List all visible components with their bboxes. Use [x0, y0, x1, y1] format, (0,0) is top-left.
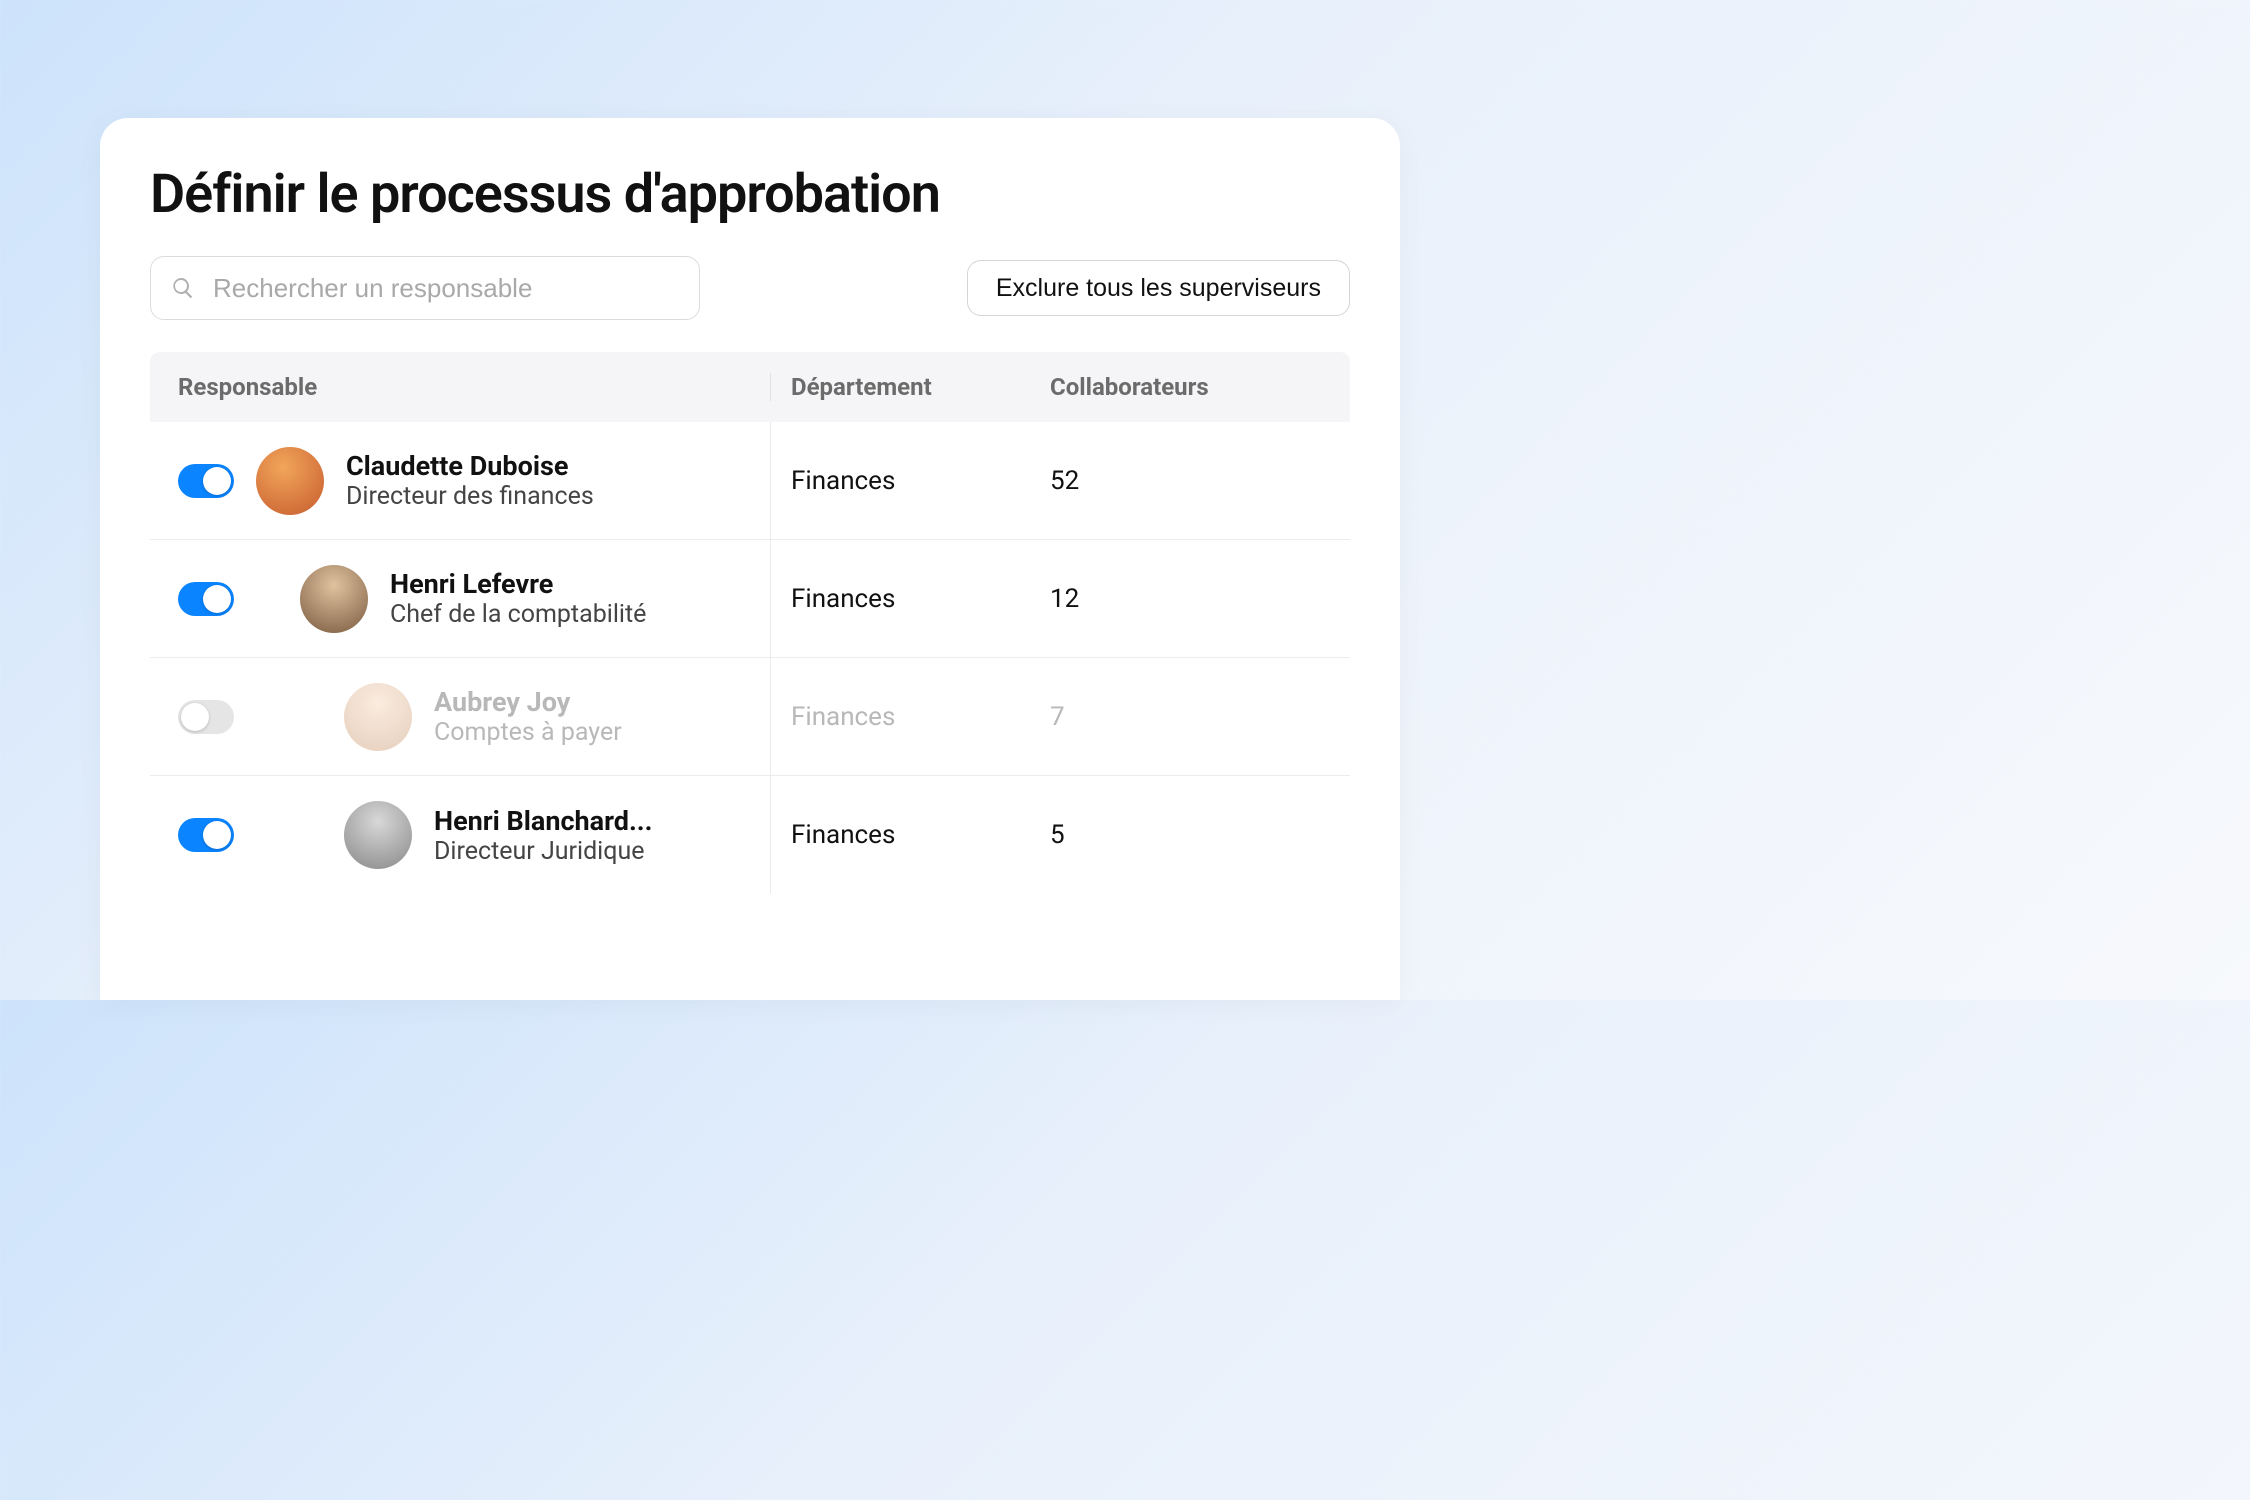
approval-process-card: Définir le processus d'approbation Exclu… [100, 118, 1400, 1000]
person-role: Directeur Juridique [434, 837, 652, 866]
person-text: Claudette Duboise Directeur des finances [346, 450, 594, 511]
table-header-person: Responsable [150, 373, 770, 401]
exclude-all-supervisors-button[interactable]: Exclure tous les superviseurs [967, 260, 1350, 316]
avatar [256, 447, 324, 515]
search-container[interactable] [150, 256, 700, 320]
table-header-collaborators: Collaborateurs [1030, 373, 1350, 401]
department-cell: Finances [770, 540, 1030, 657]
collaborators-cell: 7 [1030, 702, 1350, 732]
toggle-knob [203, 821, 231, 849]
table-row: Claudette Duboise Directeur des finances… [150, 422, 1350, 540]
enable-toggle[interactable] [178, 464, 234, 498]
department-cell: Finances [770, 776, 1030, 894]
collaborators-cell: 12 [1030, 584, 1350, 614]
table-row: Henri Lefevre Chef de la comptabilité Fi… [150, 540, 1350, 658]
person-name: Aubrey Joy [434, 686, 622, 718]
table-header-department: Département [770, 373, 1030, 401]
person-cell: Aubrey Joy Comptes à payer [150, 683, 770, 751]
controls-row: Exclure tous les superviseurs [150, 256, 1350, 320]
department-cell: Finances [770, 422, 1030, 539]
person-cell: Claudette Duboise Directeur des finances [150, 447, 770, 515]
search-icon [171, 276, 195, 300]
person-role: Chef de la comptabilité [390, 600, 646, 629]
toggle-knob [203, 585, 231, 613]
enable-toggle[interactable] [178, 582, 234, 616]
collaborators-cell: 5 [1030, 820, 1350, 850]
page-title: Définir le processus d'approbation [150, 163, 1350, 226]
avatar [344, 801, 412, 869]
avatar [300, 565, 368, 633]
table-header: Responsable Département Collaborateurs [150, 352, 1350, 422]
person-role: Comptes à payer [434, 718, 622, 747]
toggle-knob [181, 703, 209, 731]
search-input[interactable] [213, 273, 679, 304]
person-cell: Henri Lefevre Chef de la comptabilité [150, 565, 770, 633]
department-cell: Finances [770, 658, 1030, 775]
table-body: Claudette Duboise Directeur des finances… [150, 422, 1350, 894]
person-text: Henri Blanchard... Directeur Juridique [434, 805, 652, 866]
person-name: Henri Blanchard... [434, 805, 652, 837]
table-row: Henri Blanchard... Directeur Juridique F… [150, 776, 1350, 894]
enable-toggle[interactable] [178, 700, 234, 734]
person-role: Directeur des finances [346, 482, 594, 511]
person-name: Claudette Duboise [346, 450, 594, 482]
toggle-knob [203, 467, 231, 495]
avatar [344, 683, 412, 751]
person-text: Aubrey Joy Comptes à payer [434, 686, 622, 747]
person-name: Henri Lefevre [390, 568, 646, 600]
enable-toggle[interactable] [178, 818, 234, 852]
table-row: Aubrey Joy Comptes à payer Finances 7 [150, 658, 1350, 776]
managers-table: Responsable Département Collaborateurs C… [150, 352, 1350, 894]
person-text: Henri Lefevre Chef de la comptabilité [390, 568, 646, 629]
collaborators-cell: 52 [1030, 466, 1350, 496]
person-cell: Henri Blanchard... Directeur Juridique [150, 801, 770, 869]
